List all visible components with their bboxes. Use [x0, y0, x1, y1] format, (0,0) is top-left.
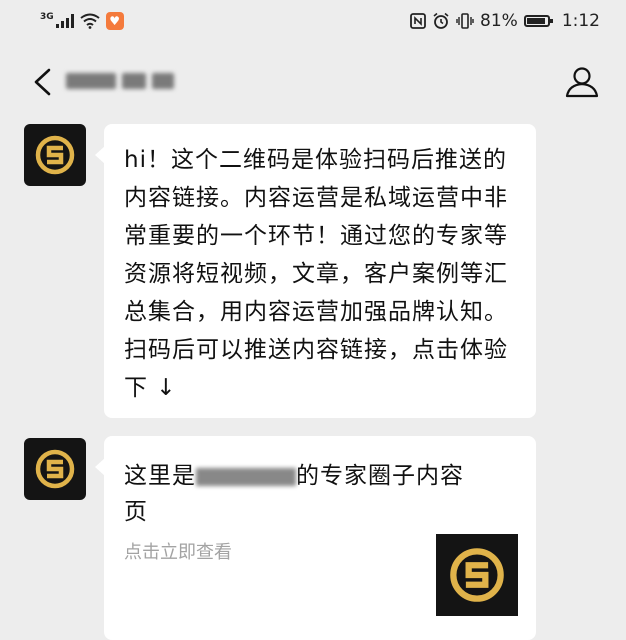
alarm-icon [433, 12, 449, 29]
gold-logo-icon [450, 548, 504, 602]
status-right: 81% 1:12 [410, 11, 600, 31]
link-card-message[interactable]: 这里是 的专家圈子内容 页 点击立即查看 [95, 436, 536, 640]
clock: 1:12 [561, 11, 600, 31]
message-text: hi！这个二维码是体验扫码后推送的内容链接。内容运营是私域运营中非常重要的一个环… [124, 147, 508, 401]
network-type: 3G [40, 12, 54, 22]
chat-header [0, 42, 626, 122]
redacted-name [196, 467, 296, 486]
person-icon [565, 67, 599, 98]
health-app-icon: ♥ [105, 12, 124, 30]
chat-title-redacted [66, 70, 174, 92]
sender-avatar[interactable] [24, 124, 86, 186]
gold-logo-icon [35, 449, 75, 489]
nfc-icon [410, 13, 426, 29]
status-left: 3G ♥ [40, 12, 124, 30]
chevron-left-icon [34, 68, 51, 96]
signal-icon [55, 14, 74, 28]
back-button[interactable] [22, 62, 62, 102]
gold-logo-icon [35, 135, 75, 175]
vibrate-icon [456, 13, 474, 29]
wifi-icon [80, 13, 100, 29]
text-message-bubble[interactable]: hi！这个二维码是体验扫码后推送的内容链接。内容运营是私域运营中非常重要的一个环… [95, 124, 536, 418]
status-bar: 3G ♥ 81% 1:12 [0, 0, 626, 42]
chat-info-button[interactable] [560, 60, 604, 104]
card-title: 这里是 的专家圈子内容 页 [124, 463, 464, 525]
battery-icon [523, 15, 553, 27]
card-thumbnail [436, 534, 518, 616]
battery-fill [526, 18, 545, 24]
battery-percent: 81% [480, 11, 518, 31]
sender-avatar[interactable] [24, 438, 86, 500]
